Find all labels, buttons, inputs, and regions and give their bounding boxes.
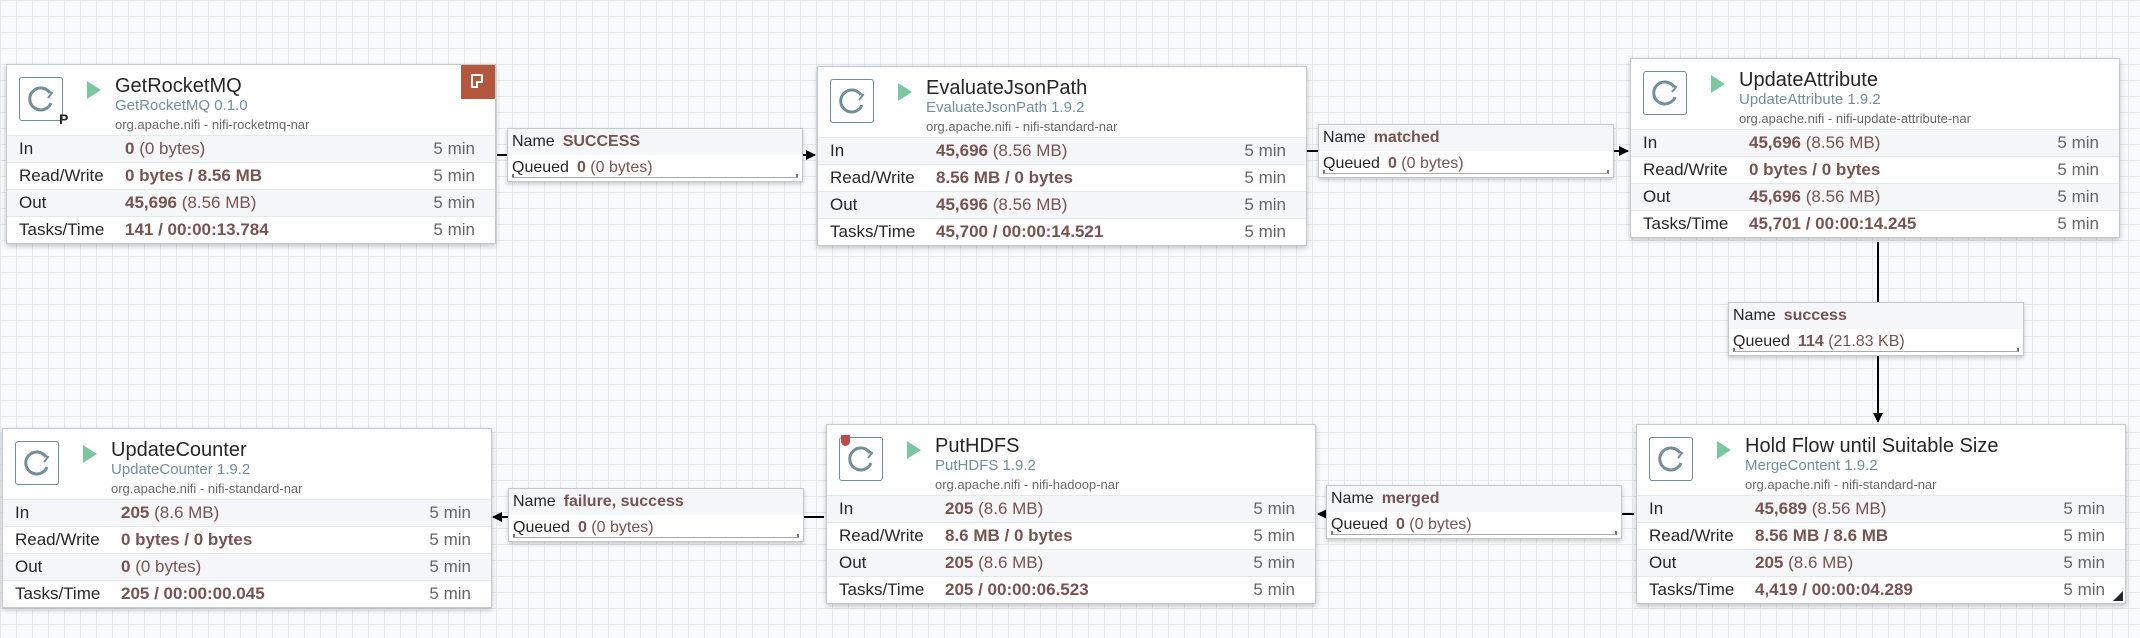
stat-row-read-write: Read/Write 0 bytes / 0 bytes 5 min <box>1631 156 2119 183</box>
play-icon <box>907 441 921 459</box>
processor-stats: In 45,689 (8.56 MB) 5 min Read/Write 8.5… <box>1637 495 2125 603</box>
processor-bundle: org.apache.nifi - nifi-update-attribute-… <box>1739 111 1971 126</box>
processor-bundle: org.apache.nifi - nifi-standard-nar <box>1745 477 1937 492</box>
stat-row-out: Out 45,696 (8.56 MB) 5 min <box>7 189 495 216</box>
play-icon <box>83 445 97 463</box>
stat-row-in: In 45,696 (8.56 MB) 5 min <box>818 137 1306 164</box>
stat-row-tasks-time: Tasks/Time 205 / 00:00:06.523 5 min <box>827 576 1315 603</box>
processor-stats: In 205 (8.6 MB) 5 min Read/Write 8.6 MB … <box>827 495 1315 603</box>
shield-icon <box>841 435 850 446</box>
connection-name: matched <box>1373 129 1440 146</box>
processor-type: PutHDFS 1.9.2 <box>935 457 1036 474</box>
queue-progress-bar <box>1323 170 1609 174</box>
stat-row-in: In 0 (0 bytes) 5 min <box>7 135 495 162</box>
stat-row-tasks-time: Tasks/Time 45,700 / 00:00:14.521 5 min <box>818 218 1306 245</box>
processor-stats: In 205 (8.6 MB) 5 min Read/Write 0 bytes… <box>3 499 491 607</box>
comments-icon[interactable] <box>461 65 495 99</box>
stat-row-in: In 45,696 (8.56 MB) 5 min <box>1631 129 2119 156</box>
processor-getrocketmq[interactable]: P GetRocketMQ GetRocketMQ 0.1.0 org.apac… <box>6 64 496 244</box>
processor-name: UpdateAttribute <box>1739 69 1878 91</box>
processor-icon <box>1643 71 1687 115</box>
connection-name: failure, success <box>563 493 684 510</box>
connection-label-failure-success[interactable]: Name failure, success Queued 0 (0 bytes) <box>508 488 804 542</box>
stat-row-tasks-time: Tasks/Time 141 / 00:00:13.784 5 min <box>7 216 495 243</box>
processor-icon <box>15 441 59 485</box>
stat-row-tasks-time: Tasks/Time 4,419 / 00:00:04.289 5 min <box>1637 576 2125 603</box>
stat-row-read-write: Read/Write 0 bytes / 0 bytes 5 min <box>3 526 491 553</box>
processor-updateattribute[interactable]: UpdateAttribute UpdateAttribute 1.9.2 or… <box>1630 58 2120 238</box>
processor-bundle: org.apache.nifi - nifi-standard-nar <box>111 481 303 496</box>
resize-handle[interactable] <box>2113 591 2123 601</box>
primary-node-badge: P <box>59 111 69 127</box>
stat-row-read-write: Read/Write 8.6 MB / 0 bytes 5 min <box>827 522 1315 549</box>
connection-label-matched[interactable]: Name matched Queued 0 (0 bytes) <box>1318 124 1614 178</box>
stat-row-read-write: Read/Write 0 bytes / 8.56 MB 5 min <box>7 162 495 189</box>
queue-progress-bar <box>512 174 798 178</box>
stat-row-out: Out 45,696 (8.56 MB) 5 min <box>818 191 1306 218</box>
processor-evaluatejsonpath[interactable]: EvaluateJsonPath EvaluateJsonPath 1.9.2 … <box>817 66 1307 246</box>
processor-type: UpdateCounter 1.9.2 <box>111 461 251 478</box>
processor-stats: In 0 (0 bytes) 5 min Read/Write 0 bytes … <box>7 135 495 243</box>
play-icon <box>1711 75 1725 93</box>
processor-name: Hold Flow until Suitable Size <box>1745 435 1999 457</box>
processor-type: GetRocketMQ 0.1.0 <box>115 97 248 114</box>
play-icon <box>87 81 101 99</box>
processor-type: UpdateAttribute 1.9.2 <box>1739 91 1881 108</box>
processor-updatecounter[interactable]: UpdateCounter UpdateCounter 1.9.2 org.ap… <box>2 428 492 608</box>
processor-icon <box>1649 437 1693 481</box>
stat-row-in: In 205 (8.6 MB) 5 min <box>3 499 491 526</box>
processor-name: PutHDFS <box>935 435 1020 457</box>
stat-row-out: Out 205 (8.6 MB) 5 min <box>1637 549 2125 576</box>
stat-row-out: Out 205 (8.6 MB) 5 min <box>827 549 1315 576</box>
stat-row-tasks-time: Tasks/Time 205 / 00:00:00.045 5 min <box>3 580 491 607</box>
processor-stats: In 45,696 (8.56 MB) 5 min Read/Write 8.5… <box>818 137 1306 245</box>
processor-icon <box>19 77 63 121</box>
stat-row-in: In 45,689 (8.56 MB) 5 min <box>1637 495 2125 522</box>
connection-name: merged <box>1381 490 1440 507</box>
connection-label-merged[interactable]: Name merged Queued 0 (0 bytes) <box>1326 485 1622 539</box>
processor-bundle: org.apache.nifi - nifi-rocketmq-nar <box>115 117 310 132</box>
processor-name: UpdateCounter <box>111 439 247 461</box>
queue-progress-bar <box>513 534 799 538</box>
queue-progress-bar <box>1331 531 1617 535</box>
processor-type: MergeContent 1.9.2 <box>1745 457 1878 474</box>
processor-type: EvaluateJsonPath 1.9.2 <box>926 99 1085 116</box>
processor-name: GetRocketMQ <box>115 75 242 97</box>
processor-bundle: org.apache.nifi - nifi-hadoop-nar <box>935 477 1120 492</box>
connection-name: SUCCESS <box>562 133 641 150</box>
processor-bundle: org.apache.nifi - nifi-standard-nar <box>926 119 1118 134</box>
play-icon <box>898 83 912 101</box>
play-icon <box>1717 441 1731 459</box>
processor-puthdfs[interactable]: PutHDFS PutHDFS 1.9.2 org.apache.nifi - … <box>826 424 1316 604</box>
processor-icon <box>830 79 874 123</box>
processor-stats: In 45,696 (8.56 MB) 5 min Read/Write 0 b… <box>1631 129 2119 237</box>
stat-row-out: Out 45,696 (8.56 MB) 5 min <box>1631 183 2119 210</box>
processor-mergecontent[interactable]: Hold Flow until Suitable Size MergeConte… <box>1636 424 2126 604</box>
processor-name: EvaluateJsonPath <box>926 77 1088 99</box>
queue-progress-bar <box>1733 348 2019 352</box>
stat-row-in: In 205 (8.6 MB) 5 min <box>827 495 1315 522</box>
connection-label-success[interactable]: Name SUCCESS Queued 0 (0 bytes) <box>507 128 803 182</box>
stat-row-out: Out 0 (0 bytes) 5 min <box>3 553 491 580</box>
connection-label-success-2[interactable]: Name success Queued 114 (21.83 KB) <box>1728 302 2024 356</box>
stat-row-read-write: Read/Write 8.56 MB / 8.6 MB 5 min <box>1637 522 2125 549</box>
stat-row-tasks-time: Tasks/Time 45,701 / 00:00:14.245 5 min <box>1631 210 2119 237</box>
connection-name: success <box>1783 307 1847 324</box>
stat-row-read-write: Read/Write 8.56 MB / 0 bytes 5 min <box>818 164 1306 191</box>
